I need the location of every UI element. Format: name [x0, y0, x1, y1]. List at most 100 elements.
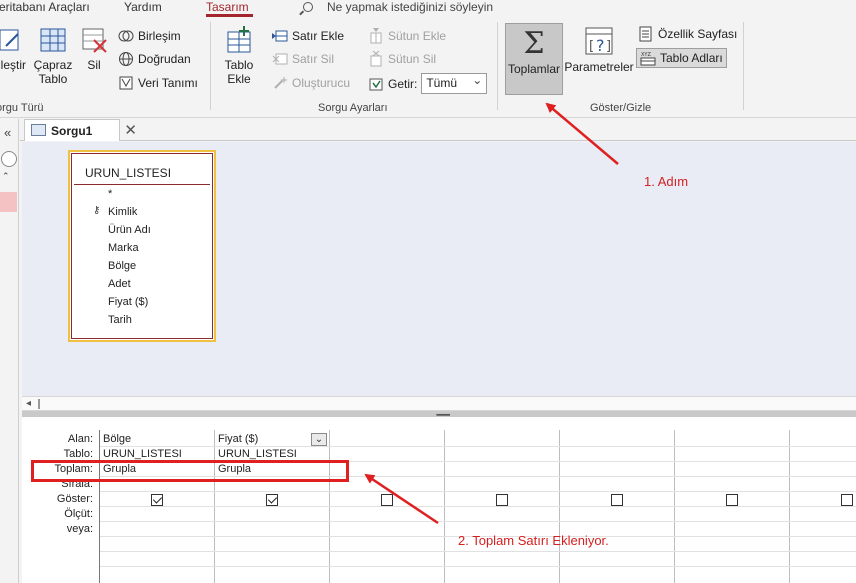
- tell-me-text: Ne yapmak istediğinizi söyleyin: [327, 0, 494, 14]
- append-label: lleştir: [0, 58, 26, 72]
- group-separator: [210, 22, 211, 110]
- property-sheet-icon: [639, 26, 652, 42]
- divider: [74, 184, 210, 185]
- row-divider: [100, 551, 856, 552]
- table-names-label: Tablo Adları: [660, 51, 723, 65]
- totals-button[interactable]: Σ Toplamlar: [505, 23, 563, 95]
- show-checkbox[interactable]: [841, 494, 853, 506]
- row-divider: [100, 506, 856, 507]
- table-names-button[interactable]: XYZ Tablo Adları: [636, 48, 727, 68]
- scroll-thumb[interactable]: [38, 399, 40, 409]
- union-label: Birleşim: [138, 29, 181, 43]
- close-icon[interactable]: ✕: [124, 121, 137, 139]
- scroll-left-icon[interactable]: ◂: [26, 398, 31, 409]
- totals-label: Toplamlar: [507, 62, 561, 76]
- expand-chevron-icon[interactable]: «: [4, 125, 11, 140]
- show-hide-group-label: Göster/Gizle: [590, 102, 652, 114]
- tab-database-tools[interactable]: eritabanı Araçları: [0, 0, 90, 14]
- delete-row-button[interactable]: Satır Sil: [272, 51, 334, 67]
- document-tab-bar: Sorgu1 ✕: [20, 119, 856, 141]
- row-label-or: veya:: [66, 523, 93, 535]
- tab-design[interactable]: Tasarım: [206, 0, 249, 14]
- union-button[interactable]: Birleşim: [118, 28, 181, 44]
- row-label-field: Alan:: [67, 433, 93, 445]
- tell-me-box[interactable]: Ne yapmak istediğinizi söyleyin: [303, 0, 493, 14]
- field-item[interactable]: *: [108, 188, 112, 200]
- parameters-label: Parametreler: [564, 60, 634, 74]
- svg-text:]: ]: [606, 39, 611, 54]
- row-label-show: Göster:: [56, 493, 93, 505]
- field-item[interactable]: Ürün Adı: [108, 224, 151, 236]
- field-item[interactable]: Marka: [108, 242, 139, 254]
- horizontal-scrollbar[interactable]: ◂: [22, 396, 856, 411]
- delete-query-button[interactable]: Sil: [78, 26, 110, 72]
- svg-text:?: ?: [596, 36, 605, 55]
- query-icon: [31, 124, 46, 136]
- grid-field-cell[interactable]: Fiyat ($): [218, 433, 258, 445]
- data-definition-icon: [119, 76, 133, 90]
- search-icon[interactable]: [1, 151, 17, 167]
- return-control: Getir: Tümü: [368, 73, 488, 94]
- builder-label: Oluşturucu: [292, 76, 351, 90]
- delete-query-label: Sil: [87, 58, 101, 72]
- field-item[interactable]: Fiyat ($): [108, 296, 148, 308]
- pass-through-button[interactable]: Doğrudan: [118, 51, 191, 67]
- table-field-list-inner: URUN_LISTESI * ⚷ Kimlik Ürün Adı Marka B…: [71, 153, 213, 339]
- data-definition-button[interactable]: Veri Tanımı: [118, 75, 198, 91]
- delete-row-label: Satır Sil: [292, 52, 335, 66]
- delete-column-button[interactable]: Sütun Sil: [368, 51, 436, 67]
- field-item[interactable]: Kimlik: [108, 206, 137, 218]
- return-select-value: Tümü: [426, 76, 458, 90]
- tab-query1[interactable]: Sorgu1 ✕: [24, 119, 137, 141]
- insert-column-label: Sütun Ekle: [388, 29, 447, 43]
- svg-text:[: [: [589, 39, 594, 54]
- parameters-button[interactable]: ?[] Parametreler: [564, 26, 634, 74]
- pass-through-label: Doğrudan: [138, 52, 191, 66]
- crosstab-button[interactable]: Çapraz Tablo: [33, 26, 73, 86]
- show-checkbox[interactable]: [266, 494, 278, 506]
- show-checkbox[interactable]: [381, 494, 393, 506]
- chevron-down-icon[interactable]: ⌄: [311, 433, 327, 446]
- field-item[interactable]: Tarih: [108, 314, 132, 326]
- grid-field-cell[interactable]: Bölge: [103, 433, 131, 445]
- insert-row-icon: [272, 30, 288, 42]
- delete-row-icon: [272, 53, 288, 65]
- insert-column-button[interactable]: Sütun Ekle: [368, 28, 446, 44]
- parameters-icon: ?[]: [585, 27, 613, 55]
- annotation-step1: 1. Adım: [644, 174, 689, 189]
- ribbon: lleştir Çapraz Tablo Sil Birleşim Doğrud…: [0, 18, 856, 118]
- show-checkbox[interactable]: [611, 494, 623, 506]
- ribbon-tab-bar: eritabanı Araçları Yardım Tasarım Ne yap…: [0, 0, 856, 18]
- globe-icon: [119, 52, 133, 66]
- insert-row-button[interactable]: Satır Ekle: [272, 28, 344, 44]
- delete-query-icon: [82, 28, 107, 53]
- add-table-button[interactable]: Tablo Ekle: [220, 26, 258, 86]
- group-separator: [497, 22, 498, 110]
- property-sheet-button[interactable]: Özellik Sayfası: [638, 26, 737, 42]
- builder-button[interactable]: Oluşturucu: [272, 75, 350, 91]
- row-label-criteria: Ölçüt:: [64, 508, 93, 520]
- show-checkbox[interactable]: [496, 494, 508, 506]
- nav-selected-item[interactable]: [0, 192, 17, 212]
- table-name: URUN_LISTESI: [85, 166, 172, 180]
- show-checkbox[interactable]: [151, 494, 163, 506]
- append-button[interactable]: lleştir: [0, 26, 30, 72]
- field-item[interactable]: Bölge: [108, 260, 136, 272]
- row-divider: [100, 521, 856, 522]
- table-field-list[interactable]: URUN_LISTESI * ⚷ Kimlik Ürün Adı Marka B…: [68, 150, 216, 342]
- group-separator: [743, 22, 744, 110]
- row-divider: [100, 491, 856, 492]
- return-select[interactable]: Tümü: [421, 73, 488, 94]
- chevron-up-icon[interactable]: ⌃: [2, 171, 10, 182]
- insert-row-label: Satır Ekle: [292, 29, 345, 43]
- show-checkbox[interactable]: [726, 494, 738, 506]
- tab-query1-label: Sorgu1: [51, 124, 93, 138]
- field-item[interactable]: Adet: [108, 278, 131, 290]
- grid-table-cell[interactable]: URUN_LISTESI: [103, 448, 182, 460]
- row-divider: [100, 566, 856, 567]
- query-setup-group-label: Sorgu Ayarları: [318, 102, 388, 114]
- delete-column-label: Sütun Sil: [388, 52, 437, 66]
- grid-table-cell[interactable]: URUN_LISTESI: [218, 448, 297, 460]
- table-names-icon: XYZ: [640, 52, 656, 66]
- tab-help[interactable]: Yardım: [124, 0, 162, 14]
